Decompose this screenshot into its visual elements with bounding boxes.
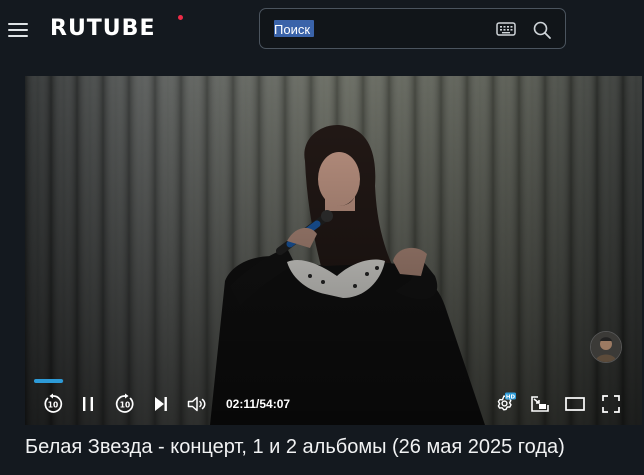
search-box: [259, 8, 566, 49]
search-input[interactable]: [274, 19, 479, 39]
top-bar: RUTUBE: [0, 0, 644, 64]
duration: 54:07: [259, 397, 291, 411]
settings-hd-icon[interactable]: HD: [492, 392, 516, 416]
current-time: 02:11: [226, 397, 257, 411]
svg-text:10: 10: [48, 401, 58, 410]
search-icon[interactable]: [532, 20, 552, 40]
picture-in-picture-icon[interactable]: [528, 392, 552, 416]
progress-fill: [34, 379, 63, 383]
fullscreen-icon[interactable]: [599, 392, 623, 416]
next-icon[interactable]: [149, 392, 173, 416]
author-avatar[interactable]: [590, 331, 622, 363]
logo-dot: [178, 15, 183, 20]
video-title: Белая Звезда - концерт, 1 и 2 альбомы (2…: [25, 436, 565, 458]
volume-icon[interactable]: [185, 392, 209, 416]
rewind-10-icon[interactable]: 10: [41, 392, 65, 416]
time-display: 02:11/54:07: [226, 397, 290, 411]
hamburger-menu-icon[interactable]: [8, 20, 28, 40]
forward-10-icon[interactable]: 10: [113, 392, 137, 416]
rutube-logo[interactable]: RUTUBE: [50, 16, 155, 41]
hd-badge: HD: [506, 394, 516, 400]
theater-mode-icon[interactable]: [563, 392, 587, 416]
video-player[interactable]: 10 10 02:11/54:07 HD: [25, 76, 642, 425]
progress-bar[interactable]: [34, 379, 64, 383]
svg-text:10: 10: [120, 401, 130, 410]
pause-icon[interactable]: [76, 392, 100, 416]
video-frame[interactable]: [25, 76, 642, 425]
keyboard-icon[interactable]: [496, 21, 516, 37]
